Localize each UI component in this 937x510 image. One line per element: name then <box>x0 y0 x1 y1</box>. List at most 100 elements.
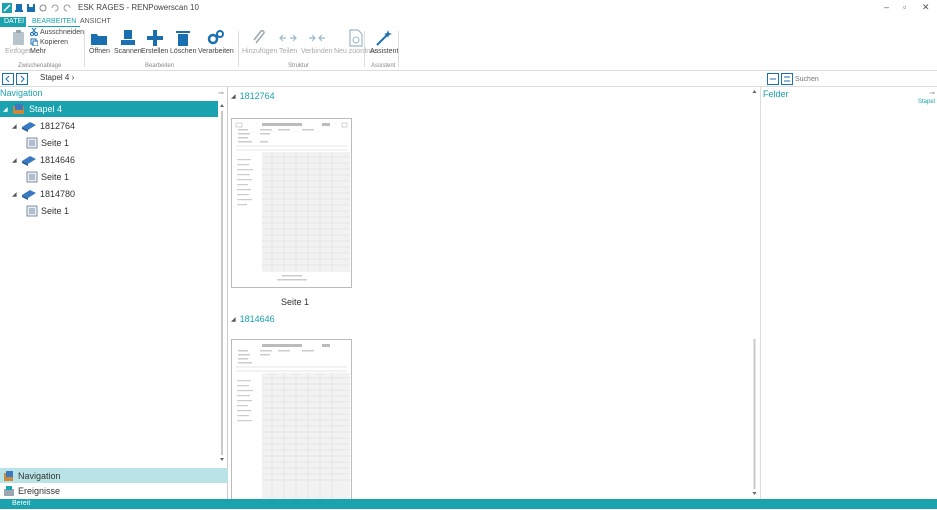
cut-label: Ausschneiden <box>40 28 84 36</box>
tab-ansicht[interactable]: ANSICHT <box>76 17 115 27</box>
tree-item-label: Seite 1 <box>41 138 70 148</box>
merge-icon <box>308 34 325 42</box>
ribbon-tabs: DATEI BEARBEITEN ANSICHT <box>0 17 937 27</box>
scan-button[interactable]: Scannen <box>114 29 142 61</box>
pin-icon[interactable]: ⊸ <box>929 89 935 97</box>
tree-item-page[interactable]: Seite 1 <box>26 169 69 185</box>
tree-item-label: 1814780 <box>40 189 76 199</box>
tree-item-page[interactable]: Seite 1 <box>26 203 69 219</box>
maximize-button[interactable]: ▫ <box>903 2 906 12</box>
group-separator <box>84 31 85 67</box>
group-separator <box>398 31 399 67</box>
window-title: ESK RAGES - RENPowerscan 10 <box>78 3 199 12</box>
paste-icon <box>12 30 24 45</box>
group-label-zwischenablage: Zwischenablage <box>18 63 62 69</box>
save-quick-icon[interactable] <box>26 3 36 13</box>
tree-item-document[interactable]: ◢ 1814646 <box>12 152 75 168</box>
merge-button[interactable]: Verbinden <box>301 29 333 61</box>
redo-icon[interactable] <box>62 3 72 13</box>
process-button[interactable]: Verarbeiten <box>198 29 234 61</box>
document-view: ◢ 1812764 Seite 1 ◢ 1814646 <box>229 87 759 509</box>
nav-switch-label: Navigation <box>18 470 61 481</box>
nav-switch-navigation[interactable]: Navigation <box>0 468 228 483</box>
search-input[interactable] <box>795 73 935 85</box>
tab-datei[interactable]: DATEI <box>0 17 26 27</box>
collapse-arrow-icon[interactable]: ◢ <box>231 93 236 100</box>
page-thumbnail[interactable] <box>231 339 352 509</box>
more-button[interactable]: Mehr <box>30 48 46 55</box>
group-label-bearbeiten: Bearbeiten <box>145 63 175 69</box>
navigation-panel: Navigation ⊸ ◢ Stapel 4 ◢ 1812764 Seite … <box>0 87 228 499</box>
panel-right-icon[interactable] <box>781 73 793 85</box>
page-thumbnail[interactable] <box>231 118 352 288</box>
pin-icon[interactable]: ⊸ <box>218 89 224 97</box>
back-icon[interactable] <box>2 73 14 85</box>
link-icon[interactable] <box>38 3 48 13</box>
delete-button[interactable]: Löschen <box>170 29 196 61</box>
paste-button[interactable]: Einfügen <box>5 29 33 61</box>
chevron-right-icon[interactable]: › <box>72 73 75 82</box>
tree-item-document[interactable]: ◢ 1814780 <box>12 186 75 202</box>
tree-item-page[interactable]: Seite 1 <box>26 135 69 151</box>
status-text: Bereit <box>12 500 31 507</box>
page-icon <box>26 171 38 183</box>
navigation-scrollbar[interactable] <box>218 103 226 463</box>
group-separator <box>364 31 365 67</box>
tree-item-label: 1814646 <box>40 155 76 165</box>
collapse-arrow-icon[interactable]: ◢ <box>3 106 9 113</box>
nav-switch-ereignisse[interactable]: Ereignisse <box>0 483 228 498</box>
document-book-icon <box>22 122 36 132</box>
panel-title: Navigation <box>0 88 43 98</box>
document-id: 1812764 <box>239 91 275 101</box>
gears-icon <box>207 30 224 45</box>
create-button[interactable]: Erstellen <box>141 29 168 61</box>
fields-context-label: Stapel <box>917 99 935 105</box>
batch-stack-icon <box>13 104 24 114</box>
breadcrumb-item[interactable]: Stapel 4 <box>40 73 69 82</box>
document-id: 1814646 <box>239 314 275 324</box>
panel-left-icon[interactable] <box>767 73 779 85</box>
copy-button[interactable]: Kopieren <box>30 38 68 46</box>
tab-bearbeiten[interactable]: BEARBEITEN <box>28 17 81 27</box>
title-bar: ESK RAGES - RENPowerscan 10 – ▫ ✕ <box>0 0 937 17</box>
open-label: Öffnen <box>89 48 110 55</box>
group-separator <box>238 31 239 67</box>
merge-label: Verbinden <box>301 48 333 55</box>
document-scrollbar[interactable] <box>751 89 758 497</box>
split-button[interactable]: Teilen <box>279 29 297 61</box>
open-button[interactable]: Öffnen <box>89 29 110 61</box>
document-header[interactable]: ◢ 1812764 <box>231 91 275 101</box>
minimize-button[interactable]: – <box>884 2 889 12</box>
page-caption: Seite 1 <box>281 297 310 307</box>
assistant-button[interactable]: Assistent <box>370 29 398 61</box>
close-button[interactable]: ✕ <box>922 2 930 13</box>
status-bar: Bereit <box>0 499 937 509</box>
paste-label: Einfügen <box>5 48 33 55</box>
forward-icon[interactable] <box>16 73 28 85</box>
add-button[interactable]: Hinzufügen <box>242 29 277 61</box>
tree-item-document[interactable]: ◢ 1812764 <box>12 118 75 134</box>
ribbon: Einfügen Ausschneiden Kopieren Mehr Zwis… <box>0 27 937 71</box>
create-label: Erstellen <box>141 48 169 55</box>
collapse-arrow-icon[interactable]: ◢ <box>12 157 18 164</box>
document-header[interactable]: ◢ 1814646 <box>231 314 275 324</box>
scan-quick-icon[interactable] <box>14 3 24 13</box>
scan-label: Scannen <box>114 48 142 55</box>
breadcrumb[interactable]: Stapel 4 › <box>40 73 74 82</box>
undo-icon[interactable] <box>50 3 60 13</box>
nav-switch-label: Ereignisse <box>18 485 61 496</box>
fields-panel: Felder ⊸ Stapel <box>760 87 937 499</box>
tree-item-stapel[interactable]: ◢ Stapel 4 <box>0 101 218 117</box>
group-label-struktur: Struktur <box>288 63 310 69</box>
address-bar: Stapel 4 › <box>0 71 937 87</box>
collapse-arrow-icon[interactable]: ◢ <box>12 123 18 130</box>
trash-icon <box>176 31 191 46</box>
collapse-arrow-icon[interactable]: ◢ <box>231 316 236 323</box>
collapse-arrow-icon[interactable]: ◢ <box>12 191 18 198</box>
form-preview-image <box>236 344 350 503</box>
form-preview-image <box>235 122 350 281</box>
delete-label: Löschen <box>170 48 197 55</box>
cut-button[interactable]: Ausschneiden <box>30 28 84 36</box>
document-reassign-icon <box>349 29 363 47</box>
tree-item-label: Stapel 4 <box>29 104 63 114</box>
